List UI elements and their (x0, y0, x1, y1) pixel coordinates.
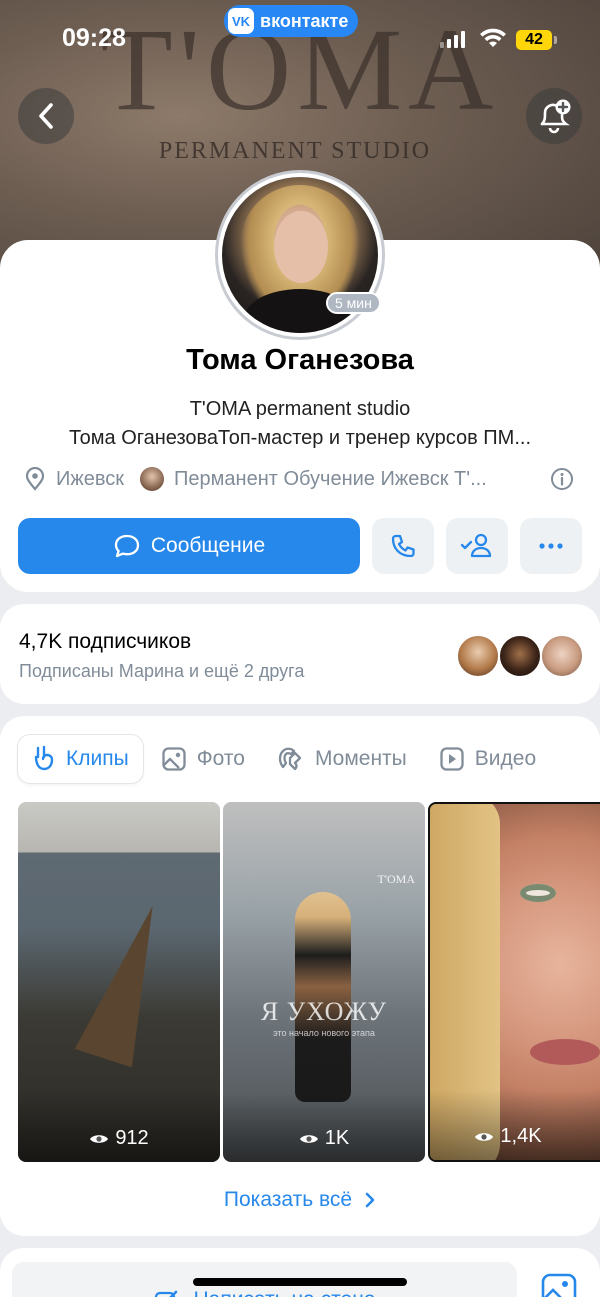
tab-photo[interactable]: Фото (147, 735, 259, 783)
clip-overlay-title: Я УХОЖУ (260, 997, 388, 1026)
media-card: Клипы Фото Моменты Видео 912 T'OMA Я УХО… (0, 716, 600, 1236)
profile-bio-line2[interactable]: Тома ОганезоваТоп-мастер и тренер курсов… (0, 427, 600, 450)
clip-views: 912 (18, 1127, 220, 1150)
profile-bio-line1: T'OMA permanent studio (189, 398, 411, 420)
app-pill-label: вконтакте (260, 10, 349, 31)
eye-icon (475, 1132, 494, 1141)
more-horizontal-icon (539, 543, 563, 549)
clip-thumbnail[interactable]: T'OMA Я УХОЖУ это начало нового этапа 1K (223, 802, 425, 1162)
clip-views: 1,4K (430, 1125, 600, 1148)
clip-overlay-subtitle: это начало нового этапа (273, 1028, 375, 1038)
chat-bubble-icon (114, 534, 140, 558)
group-avatar (140, 467, 165, 491)
clip-views-count: 1K (324, 1127, 350, 1149)
photo-icon (162, 747, 186, 771)
cellular-signal-icon (440, 31, 465, 48)
show-all-link[interactable]: Показать всё (0, 1188, 600, 1212)
clip-views: 1K (223, 1127, 425, 1150)
user-check-icon (460, 533, 492, 558)
tab-clips-label: Клипы (66, 747, 129, 770)
clip-brand-text: T'OMA (377, 872, 416, 886)
clips-icon (34, 745, 54, 771)
profile-avatar[interactable] (215, 170, 385, 340)
battery-indicator: 42 (516, 30, 552, 50)
last-seen-badge: 5 мин (326, 292, 381, 314)
photo-upload-icon[interactable] (540, 1272, 578, 1297)
status-time: 09:28 (62, 24, 126, 52)
cover-subtitle: PERMANENT STUDIO (158, 138, 432, 164)
tab-photo-label: Фото (196, 747, 245, 770)
show-all-label: Показать всё (223, 1188, 353, 1211)
wifi-icon (480, 28, 506, 47)
location-pin-icon (25, 467, 45, 491)
clip-views-count: 912 (115, 1127, 149, 1149)
clip-views-count: 1,4K (500, 1125, 542, 1147)
tab-clips[interactable]: Клипы (18, 735, 143, 783)
tab-video-label: Видео (474, 747, 537, 770)
followers-friends-text: Подписаны Марина и ещё 2 друга (19, 661, 305, 681)
profile-name: Тома Оганезова (186, 344, 414, 376)
battery-tip (554, 36, 557, 44)
home-indicator (193, 1278, 407, 1286)
clip-thumbnail[interactable]: 912 (18, 802, 220, 1162)
pencil-icon (155, 1290, 178, 1297)
tab-moments-label: Моменты (314, 747, 407, 770)
profile-group-link[interactable]: Перманент Обучение Ижевск Т'... (174, 468, 487, 491)
phone-icon (391, 534, 415, 558)
tab-moments[interactable]: Моменты (263, 735, 421, 783)
message-button[interactable]: Сообщение (18, 518, 360, 574)
call-button[interactable] (372, 518, 434, 574)
media-tabs: Клипы Фото Моменты Видео (18, 735, 554, 783)
vk-logo-icon: VK (228, 8, 254, 34)
video-icon (440, 747, 464, 771)
eye-icon (90, 1134, 109, 1143)
wall-card: Написать на стене (0, 1248, 600, 1297)
follower-avatar (540, 634, 584, 678)
status-bar: 09:28 VK вконтакте 42 (0, 0, 600, 80)
back-button[interactable] (18, 88, 74, 144)
profile-city[interactable]: Ижевск (56, 468, 124, 491)
write-on-wall-label: Написать на стене (193, 1288, 375, 1297)
profile-meta-row: Ижевск Перманент Обучение Ижевск Т'... (24, 466, 580, 492)
followers-count: 4,7K подписчиков (19, 630, 192, 653)
app-pill[interactable]: VK вконтакте (224, 5, 359, 37)
tab-video[interactable]: Видео (425, 735, 550, 783)
followers-card[interactable]: 4,7K подписчиков Подписаны Марина и ещё … (0, 604, 600, 704)
eye-icon (299, 1134, 318, 1143)
chevron-left-icon (39, 103, 53, 129)
chevron-right-icon (365, 1192, 375, 1208)
subscribe-notifications-button[interactable] (526, 88, 582, 144)
info-icon[interactable] (550, 467, 574, 491)
message-button-label: Сообщение (150, 534, 266, 557)
follower-avatar (456, 634, 500, 678)
more-button[interactable] (520, 518, 582, 574)
bell-plus-icon (540, 99, 571, 134)
friends-status-button[interactable] (446, 518, 508, 574)
follower-avatar (498, 634, 542, 678)
clip-thumbnail[interactable]: 1,4K (428, 802, 600, 1162)
moments-icon (278, 747, 302, 771)
